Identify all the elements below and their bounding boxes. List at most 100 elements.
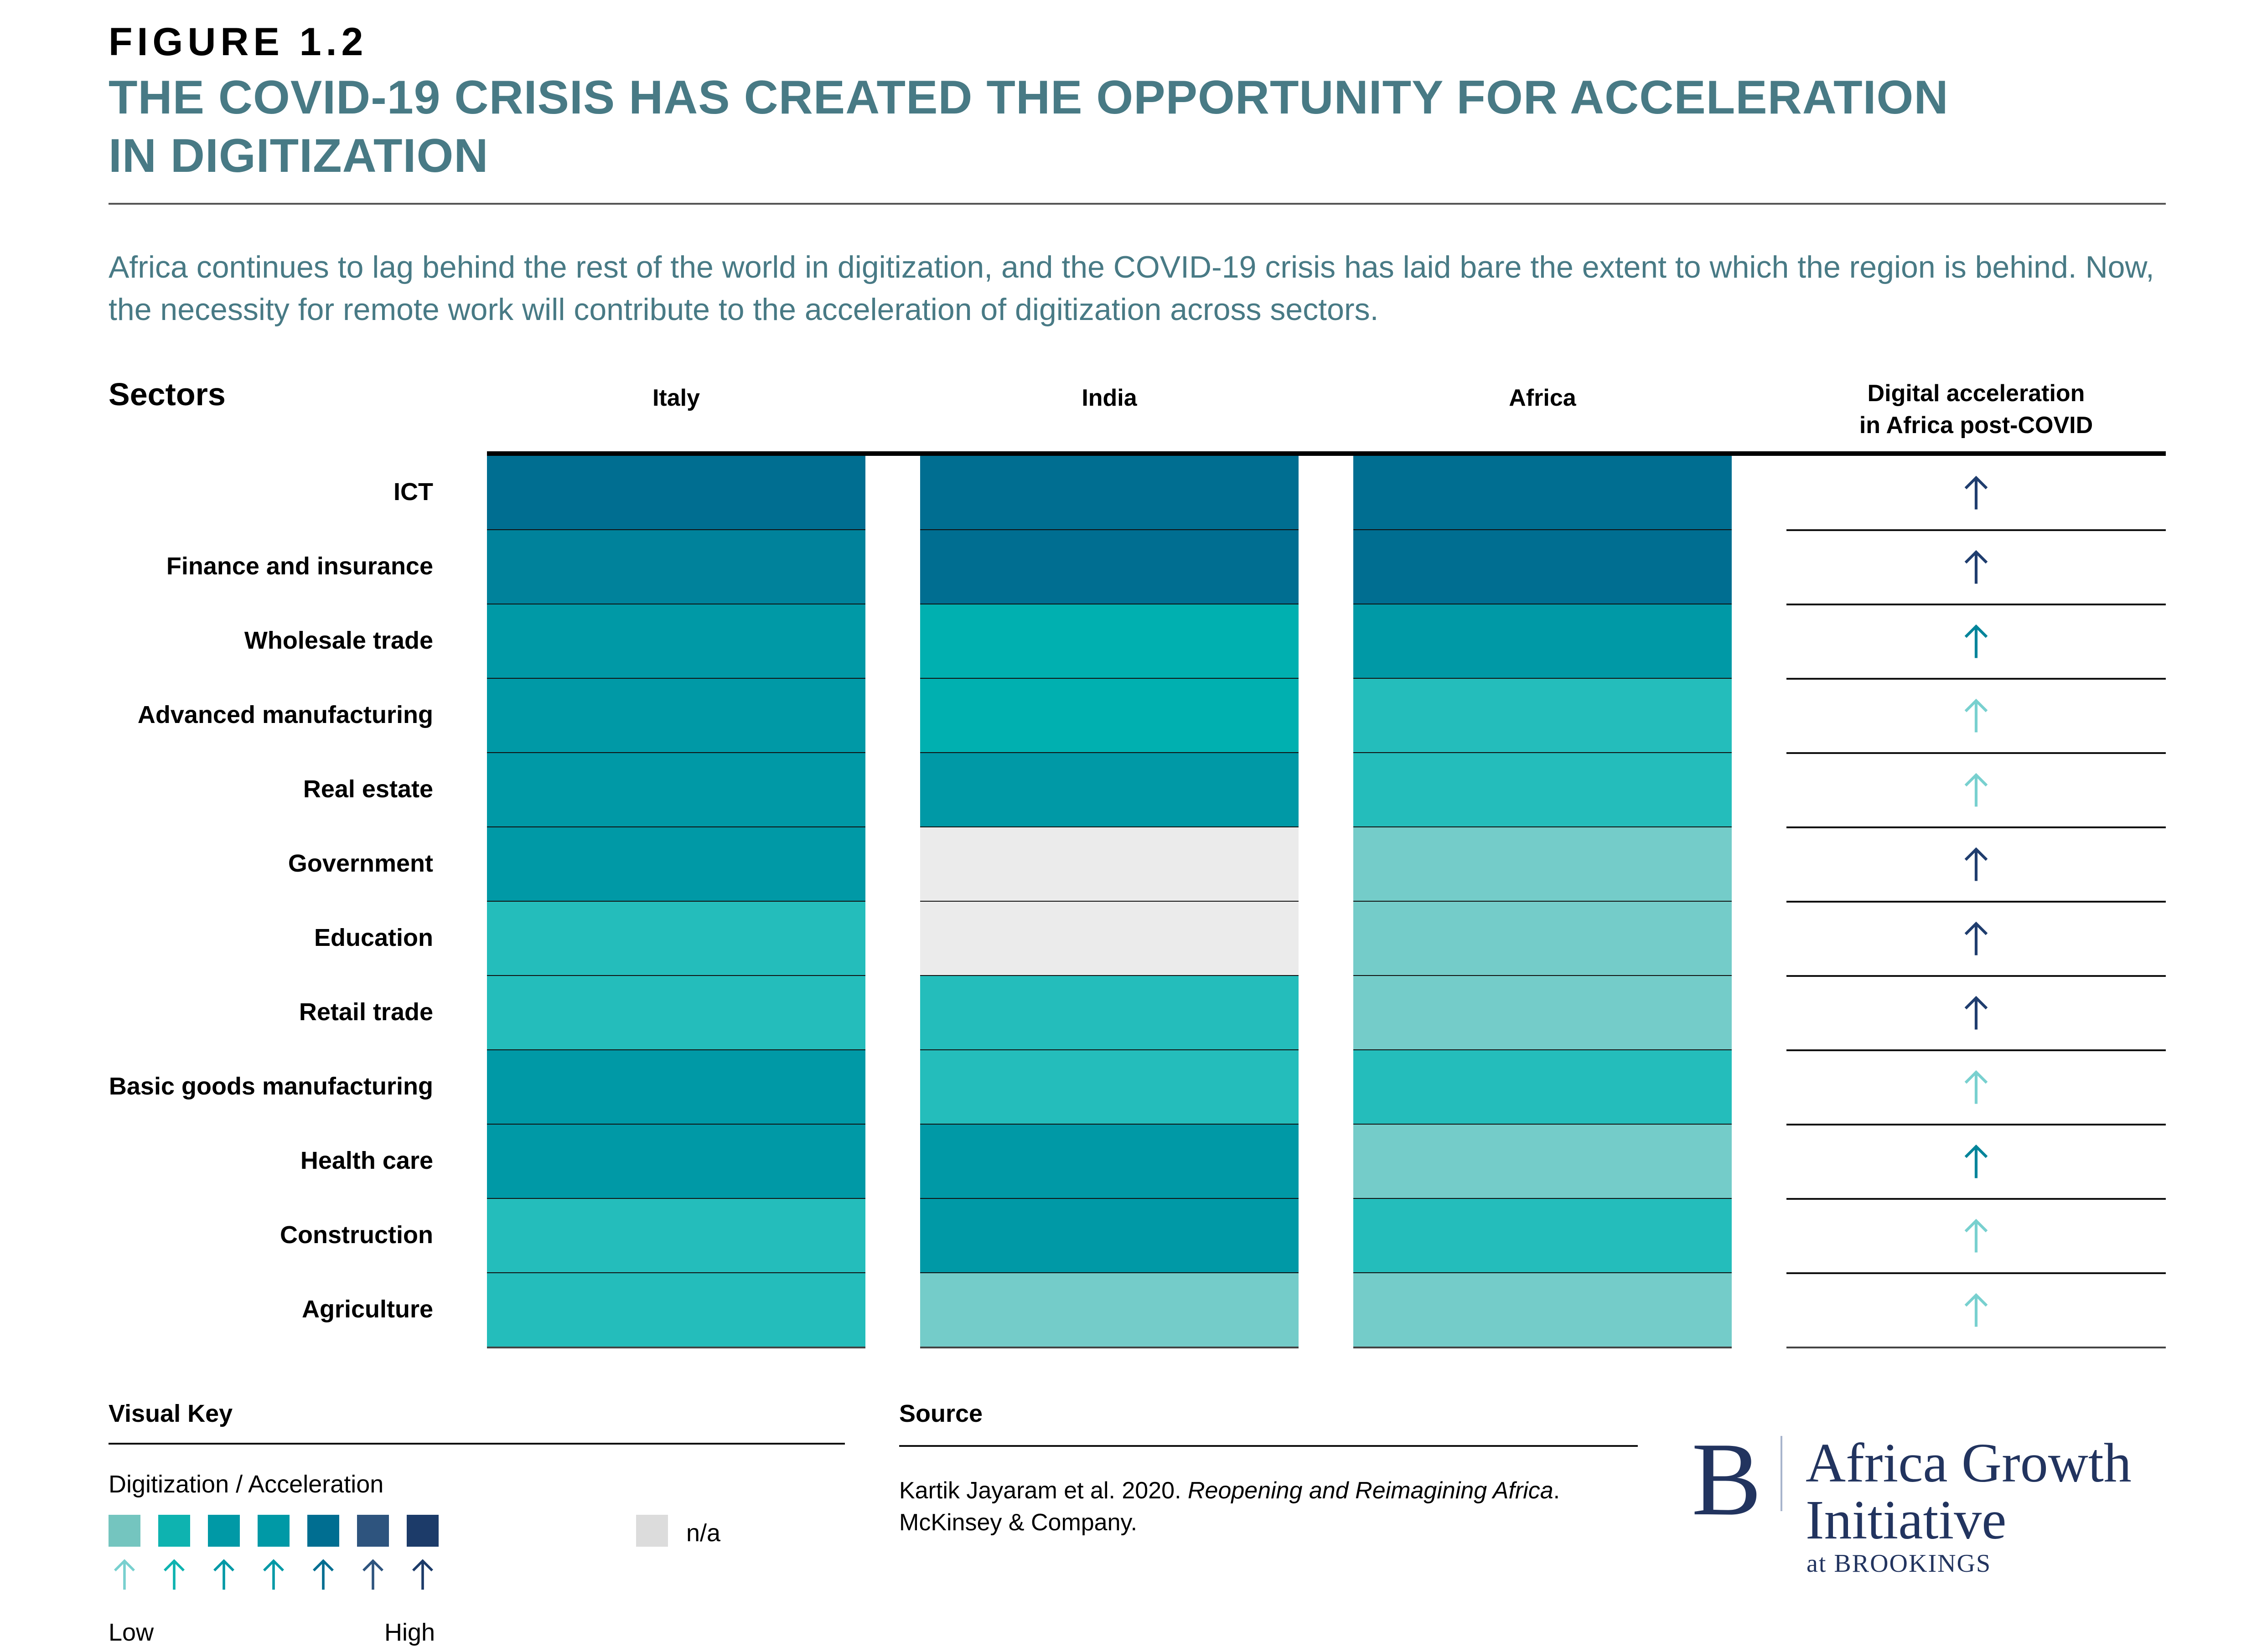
row-label: Agriculture [301, 1295, 433, 1323]
row-label: Real estate [303, 775, 433, 803]
heatmap-cell-africa [1353, 679, 1732, 753]
brookings-b-logo-icon: B [1692, 1421, 1762, 1537]
heatmap-cell-india [920, 753, 1299, 827]
row-separator [1786, 678, 2166, 680]
column-header-africa: Africa [1509, 385, 1576, 411]
logo-divider [1781, 1436, 1782, 1511]
legend-swatch-level-6 [357, 1515, 389, 1547]
acceleration-arrow-up-icon [1964, 773, 1988, 806]
legend-na-swatch [636, 1515, 668, 1547]
heatmap-cell-india [920, 679, 1299, 753]
row-separator [1786, 1049, 2166, 1051]
row-separator [487, 1347, 865, 1348]
row-separator [1786, 975, 2166, 977]
acceleration-arrow-up-icon [1964, 847, 1988, 881]
logo-text-line1: Africa Growth [1806, 1432, 2132, 1494]
legend-arrow-up-icon [114, 1559, 135, 1590]
row-separator [1786, 1347, 2166, 1348]
row-separator [1786, 1198, 2166, 1200]
heatmap-cell-italy [487, 827, 865, 902]
source-text: Kartik Jayaram et al. 2020. Reopening an… [899, 1475, 1674, 1538]
heatmap-cell-india [920, 827, 1299, 902]
row-header-sectors: Sectors [109, 377, 226, 412]
legend-subtitle: Digitization / Acceleration [109, 1471, 384, 1498]
column-header-italy: Italy [652, 385, 700, 411]
row-separator [920, 1347, 1299, 1348]
heatmap-cell-india [920, 1199, 1299, 1273]
legend-arrow-up-icon [313, 1559, 334, 1590]
chart-title-line1: THE COVID-19 CRISIS HAS CREATED THE OPPO… [109, 71, 1949, 124]
acceleration-header-line2: in Africa post-COVID [1859, 412, 2093, 439]
acceleration-header-line1: Digital acceleration [1867, 380, 2085, 407]
heatmap-cell-india [920, 456, 1299, 530]
source-line1: Kartik Jayaram et al. 2020. Reopening an… [899, 1475, 1674, 1507]
acceleration-arrow-up-icon [1964, 475, 1988, 509]
row-label: Wholesale trade [244, 626, 433, 654]
heatmap-cell-india [920, 1125, 1299, 1199]
heatmap-cell-africa [1353, 1050, 1732, 1125]
heatmap-cell-africa [1353, 976, 1732, 1050]
row-label: Retail trade [299, 998, 433, 1026]
legend-swatch-level-5 [307, 1515, 339, 1547]
title-divider [109, 203, 2166, 205]
legend-divider [109, 1443, 845, 1445]
acceleration-arrow-up-icon [1964, 1070, 1988, 1104]
row-separator [1353, 1347, 1732, 1348]
heatmap-cell-africa [1353, 1273, 1732, 1347]
heatmap-cell-africa [1353, 753, 1732, 827]
heatmap-cell-india [920, 1273, 1299, 1347]
heatmap-cell-africa [1353, 902, 1732, 976]
legend-arrow-up-icon [213, 1559, 234, 1590]
legend-swatch-level-3 [208, 1515, 240, 1547]
legend-title: Visual Key [109, 1400, 233, 1427]
row-label: Advanced manufacturing [137, 701, 433, 728]
chart-title: THE COVID-19 CRISIS HAS CREATED THE OPPO… [109, 68, 2160, 185]
acceleration-arrow-up-icon [1964, 921, 1988, 955]
acceleration-arrow-up-icon [1964, 996, 1988, 1029]
heatmap-cell-india [920, 902, 1299, 976]
row-separator [1786, 901, 2166, 903]
heatmap-cell-italy [487, 753, 865, 827]
figure-label: FIGURE 1.2 [109, 20, 368, 64]
legend-na-label: n/a [686, 1519, 721, 1547]
row-label: ICT [393, 478, 433, 506]
heatmap-cell-india [920, 1050, 1299, 1125]
heatmap-cell-india [920, 976, 1299, 1050]
source-publication-title: Reopening and Reimagining Africa [1187, 1477, 1553, 1504]
logo-text-line3: at BROOKINGS [1806, 1549, 1992, 1578]
acceleration-arrow-up-icon [1964, 1293, 1988, 1327]
legend-swatch-level-2 [158, 1515, 190, 1547]
row-label: Basic goods manufacturing [109, 1072, 433, 1100]
source-divider [899, 1445, 1638, 1447]
heatmap-cell-africa [1353, 456, 1732, 530]
heatmap-cell-india [920, 530, 1299, 604]
chart-subtitle: Africa continues to lag behind the rest … [109, 250, 2154, 327]
source-period: . [1553, 1477, 1560, 1504]
column-header-acceleration: Digital acceleration in Africa post-COVI… [1786, 377, 2166, 441]
heatmap-cell-italy [487, 1125, 865, 1199]
heatmap-cell-italy [487, 1050, 865, 1125]
heatmap-cell-italy [487, 1199, 865, 1273]
acceleration-arrow-up-icon [1964, 550, 1988, 583]
legend-arrow-up-icon [263, 1559, 284, 1590]
row-separator [1786, 604, 2166, 605]
legend-high-label: High [384, 1619, 435, 1646]
source-line2: McKinsey & Company. [899, 1509, 1138, 1536]
chart-title-line2: IN DIGITIZATION [109, 129, 489, 182]
heatmap-cell-italy [487, 604, 865, 679]
legend-swatch-level-7 [407, 1515, 439, 1547]
row-separator [1786, 752, 2166, 754]
acceleration-arrow-up-icon [1964, 1218, 1988, 1252]
row-label: Finance and insurance [166, 552, 433, 580]
acceleration-arrow-up-icon [1964, 698, 1988, 732]
heatmap-cell-italy [487, 679, 865, 753]
acceleration-arrow-up-icon [1964, 1144, 1988, 1178]
header-rule [487, 451, 2166, 456]
legend-low-label: Low [109, 1619, 154, 1646]
row-label: Construction [280, 1221, 433, 1249]
heatmap-cell-italy [487, 1273, 865, 1347]
row-separator [1786, 529, 2166, 531]
heatmap-cell-africa [1353, 1125, 1732, 1199]
legend-swatch-level-4 [258, 1515, 290, 1547]
row-label: Education [314, 924, 433, 951]
